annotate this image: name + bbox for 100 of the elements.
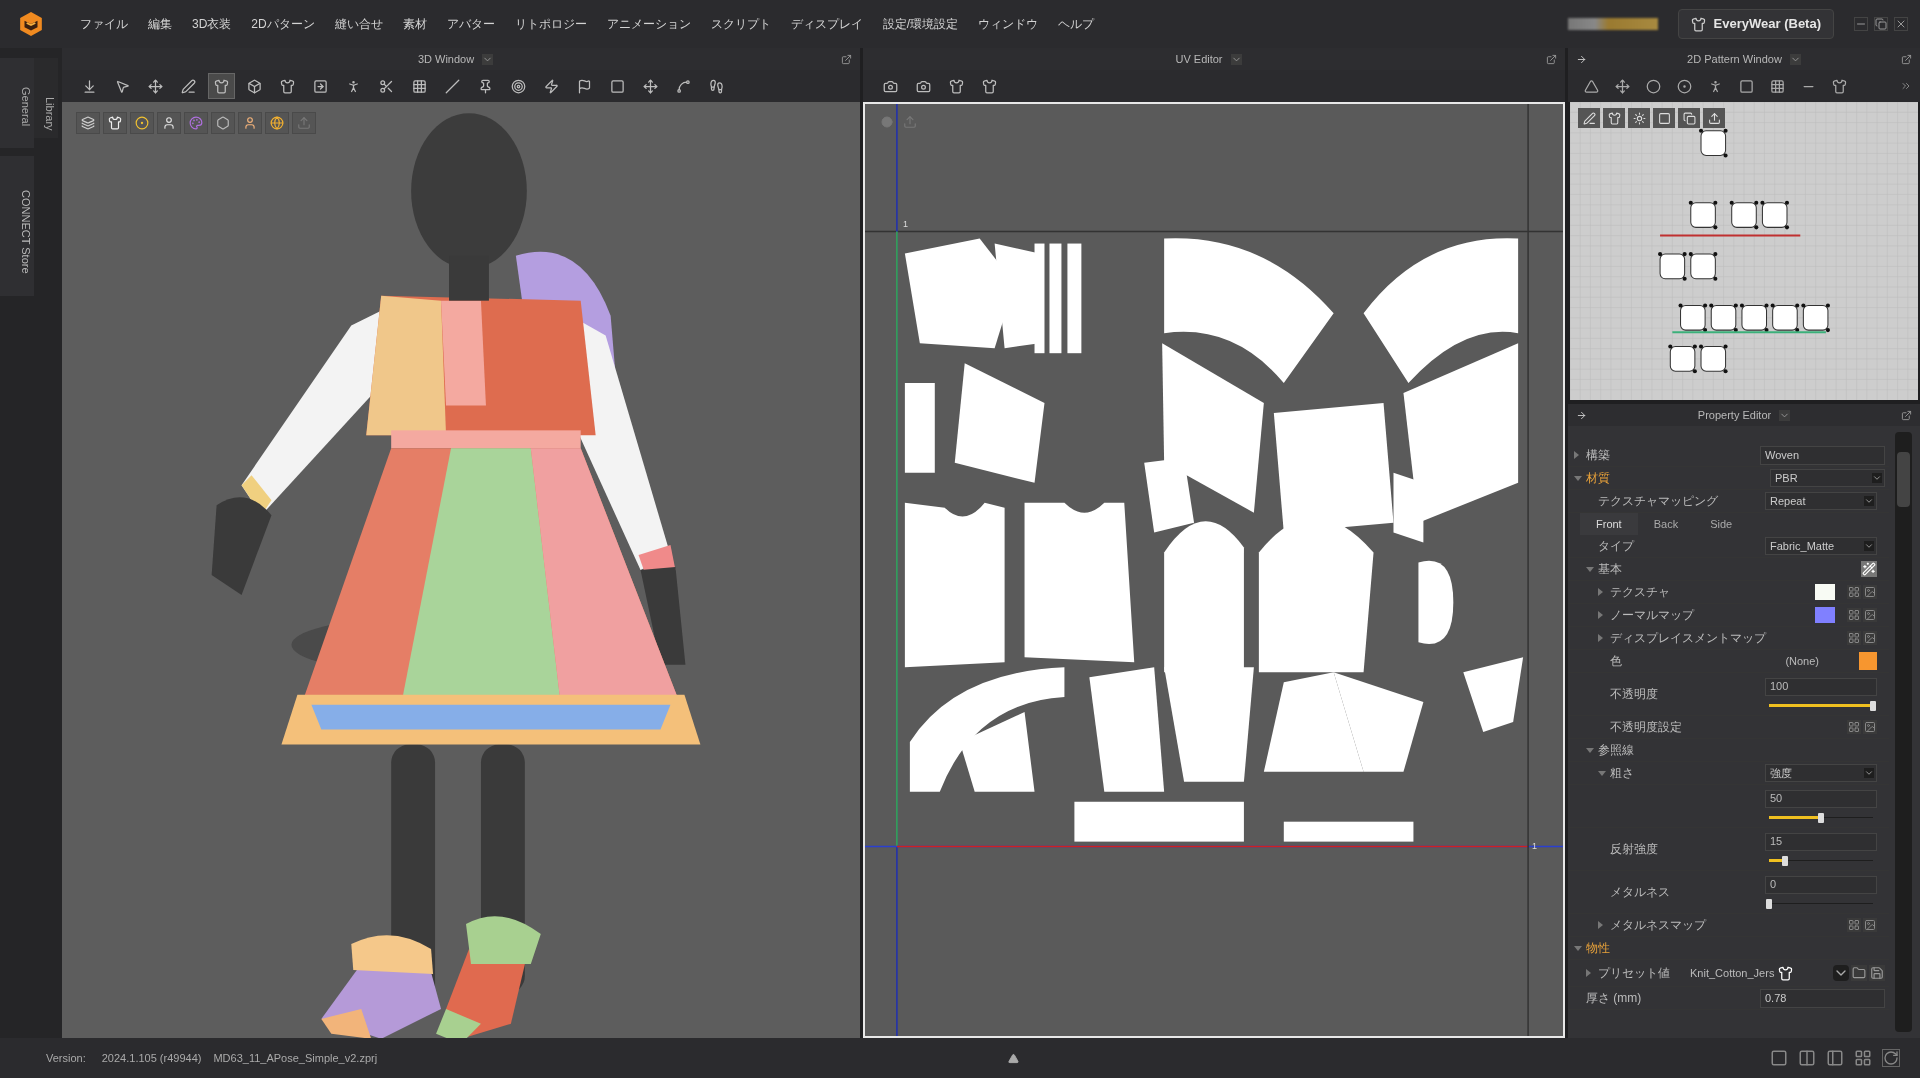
pin-icon[interactable] xyxy=(478,78,493,94)
dropdown-field[interactable]: Repeat xyxy=(1765,492,1877,510)
line-icon[interactable] xyxy=(445,78,460,94)
menu-item[interactable]: 編集 xyxy=(138,9,182,39)
expand-triangle-icon[interactable] xyxy=(1586,969,1591,977)
3d-viewport[interactable] xyxy=(62,102,860,1038)
pin-arrow-icon[interactable] xyxy=(1576,409,1587,421)
undock-icon[interactable] xyxy=(1901,409,1912,421)
reset-layout-icon[interactable] xyxy=(1882,1049,1900,1067)
grid-icon[interactable] xyxy=(1770,78,1785,94)
walking-icon[interactable] xyxy=(709,78,724,94)
image-button-icon[interactable] xyxy=(1863,918,1877,932)
image-button-icon[interactable] xyxy=(1863,631,1877,645)
undock-icon[interactable] xyxy=(1546,53,1557,65)
dropdown-caret-icon[interactable] xyxy=(1789,53,1801,65)
magic-wand-icon[interactable] xyxy=(1861,561,1877,577)
slider-track[interactable] xyxy=(1769,700,1873,711)
split-layout-icon[interactable] xyxy=(1826,1049,1844,1067)
dropdown-field[interactable]: PBR xyxy=(1770,469,1885,487)
pin-arrow-icon[interactable] xyxy=(1576,53,1587,65)
upload-icon[interactable] xyxy=(1707,111,1721,125)
menu-item[interactable]: ファイル xyxy=(70,9,138,39)
camera-icon[interactable] xyxy=(916,78,931,94)
menu-item[interactable]: 素材 xyxy=(392,9,437,39)
flag-icon[interactable] xyxy=(577,78,592,94)
sun-icon[interactable] xyxy=(1632,111,1646,125)
single-layout-icon[interactable] xyxy=(1770,1049,1788,1067)
shirt-icon[interactable] xyxy=(982,78,997,94)
slider-thumb[interactable] xyxy=(1870,700,1876,711)
pen-icon[interactable] xyxy=(1582,111,1596,125)
target-icon[interactable] xyxy=(511,78,526,94)
expand-triangle-icon[interactable] xyxy=(1598,611,1603,619)
slider-track[interactable] xyxy=(1769,812,1873,823)
image-button-icon[interactable] xyxy=(1863,720,1877,734)
number-field[interactable]: 0 xyxy=(1765,875,1877,894)
menu-item[interactable]: 2Dパターン xyxy=(241,9,325,39)
restore-icon[interactable] xyxy=(1874,17,1888,31)
camera-icon[interactable] xyxy=(883,78,898,94)
shirt-icon[interactable] xyxy=(1832,78,1847,94)
head-icon[interactable] xyxy=(243,116,257,130)
expand-triangle-icon[interactable] xyxy=(1586,566,1594,572)
person-icon[interactable] xyxy=(1708,78,1723,94)
menu-item[interactable]: アバター xyxy=(436,9,505,39)
slider-thumb[interactable] xyxy=(1818,812,1824,823)
menu-item[interactable]: スクリプト xyxy=(700,9,781,39)
slider-track[interactable] xyxy=(1769,898,1873,909)
expand-triangle-icon[interactable] xyxy=(1574,945,1582,951)
expand-triangle-icon[interactable] xyxy=(1598,588,1603,596)
slider-thumb[interactable] xyxy=(1781,855,1788,866)
pattern-canvas[interactable] xyxy=(1570,102,1918,400)
undock-icon[interactable] xyxy=(1901,53,1912,65)
grid-button-icon[interactable] xyxy=(1847,631,1861,645)
move-icon[interactable] xyxy=(1615,78,1630,94)
app-logo-icon[interactable] xyxy=(18,11,44,37)
menu-item[interactable]: 縫い合せ xyxy=(324,9,393,39)
shirt-icon[interactable] xyxy=(949,78,964,94)
grid-icon[interactable] xyxy=(412,78,427,94)
expand-triangle-icon[interactable] xyxy=(1574,475,1582,481)
folder-icon[interactable] xyxy=(1851,965,1867,981)
grid-layout-icon[interactable] xyxy=(1854,1049,1872,1067)
scissors-icon[interactable] xyxy=(379,78,394,94)
square-icon[interactable] xyxy=(1739,78,1754,94)
dropdown-field[interactable]: Fabric_Matte xyxy=(1765,537,1877,555)
save-icon[interactable] xyxy=(1869,965,1885,981)
expand-triangle-icon[interactable] xyxy=(1574,451,1579,459)
pen-icon[interactable] xyxy=(181,78,196,94)
number-field[interactable]: 15 xyxy=(1765,832,1877,851)
grid-button-icon[interactable] xyxy=(1847,608,1861,622)
expand-up-icon[interactable] xyxy=(1008,1052,1020,1064)
dropdown-caret-icon[interactable] xyxy=(1230,53,1242,65)
layers-icon[interactable] xyxy=(81,116,95,130)
color-swatch[interactable] xyxy=(1859,652,1877,670)
move-icon[interactable] xyxy=(643,78,658,94)
menu-item[interactable]: ウィンドウ xyxy=(968,9,1049,39)
grid-button-icon[interactable] xyxy=(1847,918,1861,932)
menu-item[interactable]: アニメーション xyxy=(596,9,701,39)
text-field[interactable]: 0.78 xyxy=(1760,988,1885,1008)
shirt-icon[interactable] xyxy=(280,78,295,94)
vertical-dock-tab[interactable]: CONNECT Store xyxy=(0,156,34,296)
menu-item[interactable]: リトポロジー xyxy=(504,9,597,39)
more-tools-icon[interactable] xyxy=(1900,80,1912,92)
pointer-icon[interactable] xyxy=(115,78,130,94)
two-column-layout-icon[interactable] xyxy=(1798,1049,1816,1067)
user-icon[interactable] xyxy=(162,116,176,130)
shirt-icon[interactable] xyxy=(214,78,229,94)
vertical-dock-tab[interactable]: General xyxy=(0,58,34,148)
download-arrow-icon[interactable] xyxy=(82,78,97,94)
number-field[interactable]: 100 xyxy=(1765,677,1877,696)
expand-triangle-icon[interactable] xyxy=(1598,770,1606,776)
slider-track[interactable] xyxy=(1769,855,1873,866)
globe-icon[interactable] xyxy=(270,116,284,130)
texture-swatch[interactable] xyxy=(1815,607,1835,623)
circle-icon[interactable] xyxy=(1646,78,1661,94)
box-icon[interactable] xyxy=(247,78,262,94)
number-field[interactable]: 50 xyxy=(1765,789,1877,808)
close-icon[interactable] xyxy=(1894,17,1908,31)
face-tab[interactable]: Back xyxy=(1637,513,1695,535)
slider-thumb[interactable] xyxy=(1766,898,1772,909)
dropdown-button-icon[interactable] xyxy=(1833,965,1849,981)
expand-triangle-icon[interactable] xyxy=(1586,747,1594,753)
